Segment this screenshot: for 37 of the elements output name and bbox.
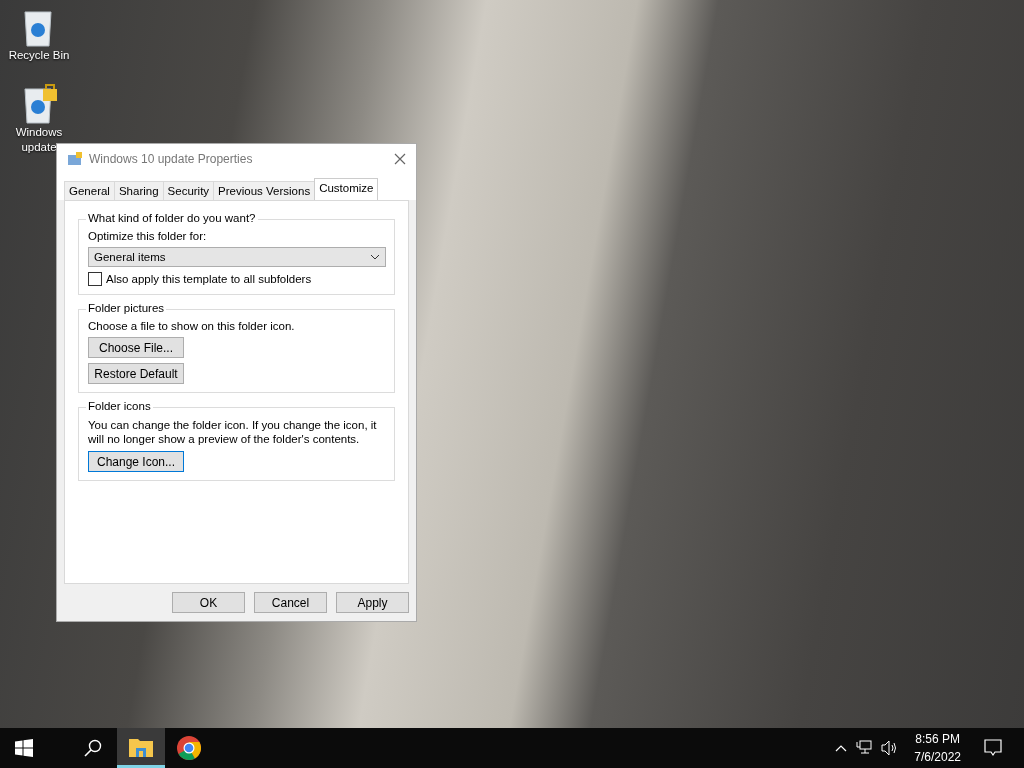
- folder-icon: [129, 736, 153, 757]
- optimize-dropdown[interactable]: General items: [88, 247, 386, 267]
- change-icon-button[interactable]: Change Icon...: [88, 451, 184, 472]
- chevron-down-icon: [370, 254, 380, 260]
- group-description: You can change the folder icon. If you change the icon, it will no longer show a preview of the folder's contents.: [88, 418, 378, 446]
- windows-logo-icon[interactable]: [15, 739, 33, 757]
- tab[interactable]: Customize: [314, 178, 379, 200]
- desktop-icon-label[interactable]: Windows: [15, 125, 63, 140]
- checkbox[interactable]: [88, 272, 102, 286]
- clock-time[interactable]: 8:56 PM: [915, 730, 960, 748]
- dialog-button[interactable]: Apply: [336, 592, 409, 613]
- group-heading: What kind of folder do you want?: [86, 212, 258, 224]
- dialog-button[interactable]: OK: [172, 592, 245, 613]
- checkbox-label[interactable]: Also apply this template to all subfolders: [106, 273, 312, 285]
- tab[interactable]: Previous Versions: [213, 181, 316, 200]
- group-description: Choose a file to show on this folder icon.: [88, 320, 295, 332]
- taskbar-app[interactable]: [117, 728, 165, 768]
- group-heading: Folder pictures: [86, 302, 167, 314]
- folder-icon: [67, 151, 83, 167]
- tab[interactable]: General: [64, 181, 115, 200]
- network-icon[interactable]: [856, 740, 873, 756]
- folder-picture-button[interactable]: Choose File...: [88, 337, 184, 358]
- folder-picture-button[interactable]: Restore Default: [88, 363, 184, 384]
- chevron-up-icon[interactable]: [835, 744, 848, 752]
- tab[interactable]: Sharing: [113, 181, 164, 200]
- search-icon[interactable]: [84, 739, 102, 757]
- clock-date[interactable]: 7/6/2022: [914, 748, 961, 766]
- group-heading: Folder icons: [86, 400, 153, 412]
- chrome-icon: [177, 736, 201, 760]
- tab[interactable]: Security: [162, 181, 215, 200]
- dialog-button[interactable]: Cancel: [254, 592, 327, 613]
- desktop-icon-label[interactable]: update: [21, 140, 57, 155]
- window-title: Windows 10 update Properties: [89, 152, 254, 166]
- desktop-icon-label[interactable]: Recycle Bin: [8, 48, 70, 63]
- close-icon[interactable]: [394, 153, 406, 165]
- field-label: Optimize this folder for:: [88, 230, 207, 242]
- notification-icon[interactable]: [984, 739, 1002, 757]
